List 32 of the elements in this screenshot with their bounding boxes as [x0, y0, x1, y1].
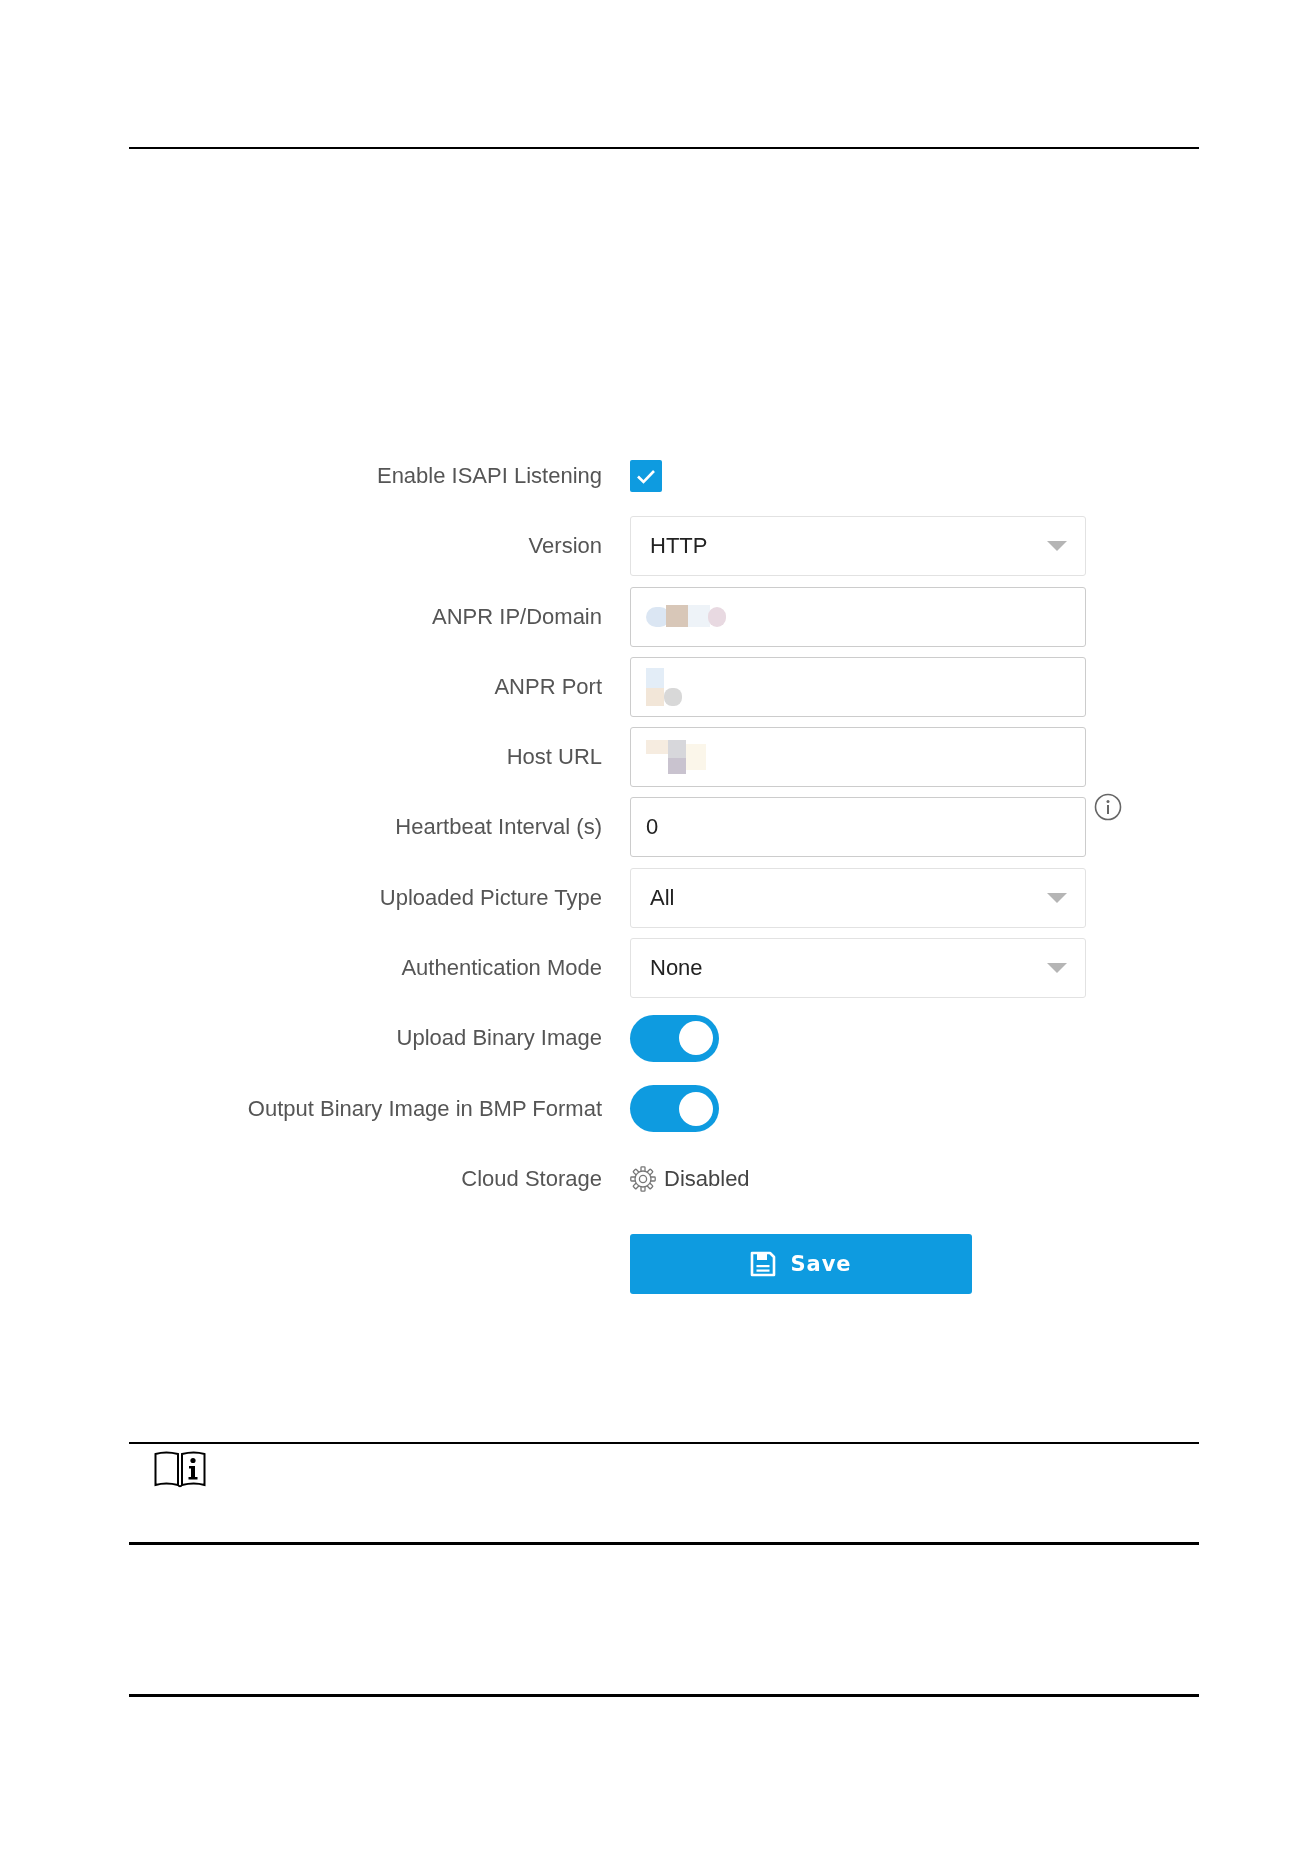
gear-icon[interactable]: [630, 1165, 656, 1192]
toggle-switch[interactable]: [630, 1014, 719, 1062]
field-label: Enable ISAPI Listening: [376, 463, 602, 489]
pixelated-redaction-drawing: [646, 740, 706, 775]
field-label: Uploaded Picture Type: [379, 884, 602, 911]
field-label: Authentication Mode: [401, 955, 602, 982]
field-label: Upload Binary Image: [396, 1025, 602, 1052]
field-label: Cloud Storage: [461, 1165, 602, 1192]
caret-icon: [1047, 892, 1067, 903]
dropdown[interactable]: All: [630, 867, 1086, 928]
info-icon[interactable]: [1094, 793, 1122, 822]
status-text: Disabled: [664, 1165, 750, 1192]
input-field[interactable]: [630, 586, 1086, 647]
field-label: ANPR Port: [494, 673, 602, 700]
checkmark-icon: [636, 468, 656, 484]
book-info-icon: [154, 1451, 206, 1489]
input-field[interactable]: [630, 656, 1086, 717]
caret-icon: [1047, 963, 1067, 974]
dropdown[interactable]: None: [630, 938, 1086, 999]
save-icon: [750, 1251, 777, 1278]
field-label: Output Binary Image in BMP Format: [247, 1095, 602, 1122]
toggle-switch[interactable]: [630, 1085, 719, 1133]
caret-icon: [1047, 541, 1067, 552]
field-label: Host URL: [506, 744, 602, 771]
pixelated-redaction-drawing: [646, 667, 682, 706]
field-label: Version: [528, 533, 602, 560]
dropdown[interactable]: HTTP: [630, 516, 1086, 577]
field-label: Heartbeat Interval (s): [395, 814, 602, 841]
input-field[interactable]: [630, 727, 1086, 788]
field-label: ANPR IP/Domain: [432, 603, 602, 630]
input-field[interactable]: 0: [630, 797, 1086, 858]
checkbox[interactable]: [630, 460, 662, 492]
